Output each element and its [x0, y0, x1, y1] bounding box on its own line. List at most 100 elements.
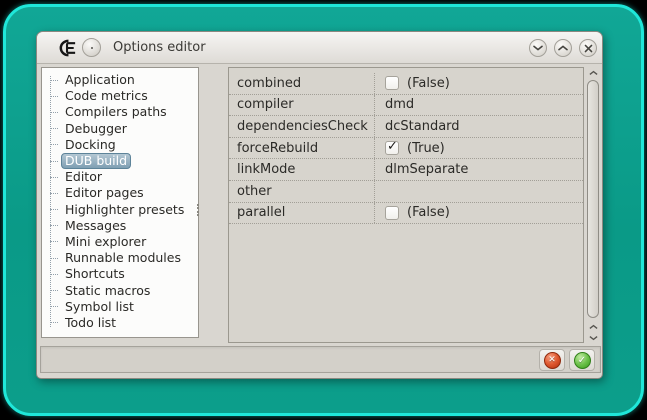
- screenshot-stage: Options editor Application Code metrics Co…: [0, 0, 647, 420]
- property-value[interactable]: (False): [375, 203, 583, 224]
- property-value[interactable]: (False): [375, 73, 583, 94]
- scroll-up-button[interactable]: [584, 68, 602, 78]
- tree-branch-line: [50, 111, 58, 113]
- sidebar-item-label: Editor pages: [65, 185, 144, 201]
- sidebar-item-compilers-paths[interactable]: Compilers paths: [42, 104, 198, 120]
- tree-branch-line: [50, 257, 58, 259]
- property-grid-rows: combined (False) compiler dmd dependenciesCh…: [229, 68, 583, 225]
- sidebar-item-label: Shortcuts: [65, 266, 125, 282]
- sidebar-item-shortcuts[interactable]: Shortcuts: [42, 266, 198, 282]
- sidebar-item-label: Messages: [65, 217, 127, 233]
- check-icon: ✓: [387, 139, 398, 155]
- checkbox-unchecked[interactable]: [385, 76, 399, 91]
- property-row-compiler[interactable]: compiler dmd: [229, 94, 583, 117]
- close-icon: [584, 44, 592, 52]
- sidebar-item-static-macros[interactable]: Static macros: [42, 282, 198, 298]
- roll-up-button[interactable]: [554, 39, 572, 57]
- property-value[interactable]: ✓ (True): [375, 138, 583, 159]
- sidebar-item-label: Todo list: [65, 314, 117, 330]
- sidebar-item-label: Mini explorer: [65, 233, 147, 249]
- property-name: dependenciesCheck: [229, 116, 375, 137]
- cancel-button[interactable]: ✕: [539, 349, 565, 371]
- property-value-text: dcStandard: [385, 118, 460, 134]
- sidebar-item-highlighter-presets[interactable]: Highlighter presets: [42, 202, 198, 218]
- sidebar-item-code-metrics[interactable]: Code metrics: [42, 88, 198, 104]
- sidebar-item-dub-build[interactable]: DUB build: [42, 153, 198, 170]
- window-menu-icon[interactable]: [82, 38, 101, 57]
- sidebar-item-editor-pages[interactable]: Editor pages: [42, 185, 198, 201]
- checkbox-unchecked[interactable]: [385, 205, 399, 220]
- sidebar-item-label: Symbol list: [65, 298, 134, 314]
- property-row-forceRebuild[interactable]: forceRebuild ✓ (True): [229, 137, 583, 160]
- splitter-grip[interactable]: [197, 204, 203, 216]
- property-name: parallel: [229, 202, 375, 224]
- sidebar-item-label: Highlighter presets: [65, 201, 185, 217]
- tree-branch-line: [50, 241, 58, 243]
- coedit-logo-icon: [59, 39, 76, 57]
- chevron-down-icon: [533, 45, 543, 51]
- sidebar-item-label: Runnable modules: [65, 250, 181, 266]
- tree-branch-line: [50, 144, 58, 146]
- property-row-other[interactable]: other: [229, 180, 583, 203]
- sidebar-item-mini-explorer[interactable]: Mini explorer: [42, 234, 198, 250]
- tree-branch-line: [50, 79, 58, 81]
- property-row-linkMode[interactable]: linkMode dlmSeparate: [229, 159, 583, 181]
- property-value-text: dmd: [385, 97, 415, 113]
- tree-branch-line: [50, 225, 58, 227]
- checkbox-checked[interactable]: ✓: [385, 139, 399, 156]
- tree-branch-line: [50, 160, 58, 162]
- sidebar-item-editor[interactable]: Editor: [42, 169, 198, 185]
- scrollbar-thumb[interactable]: [587, 80, 599, 318]
- property-row-dependenciesCheck[interactable]: dependenciesCheck dcStandard: [229, 116, 583, 138]
- ok-button[interactable]: ✓: [569, 349, 595, 371]
- property-value[interactable]: dlmSeparate: [375, 159, 583, 180]
- ok-icon: ✓: [573, 351, 591, 369]
- property-value-text: dlmSeparate: [385, 162, 469, 178]
- scroll-down-button[interactable]: [584, 333, 602, 343]
- tree-branch-line: [50, 306, 58, 308]
- chevron-up-icon: [558, 45, 568, 51]
- sidebar-item-symbol-list[interactable]: Symbol list: [42, 299, 198, 315]
- sidebar-item-label: Code metrics: [65, 88, 148, 104]
- property-value[interactable]: dcStandard: [375, 116, 583, 137]
- sidebar-item-todo-list[interactable]: Todo list: [42, 315, 198, 331]
- property-value-text: (False): [407, 75, 450, 91]
- sidebar-item-label: Compilers paths: [65, 104, 167, 120]
- property-name: compiler: [229, 94, 375, 116]
- sidebar-item-runnable-modules[interactable]: Runnable modules: [42, 250, 198, 266]
- property-value-text: (True): [407, 140, 445, 156]
- chevron-up-icon: [588, 70, 598, 75]
- sidebar-item-label: Editor: [65, 169, 102, 185]
- property-value[interactable]: [375, 181, 583, 202]
- roll-down-button[interactable]: [529, 39, 547, 57]
- tree-branch-line: [50, 273, 58, 275]
- titlebar[interactable]: Options editor: [37, 32, 602, 64]
- property-name: forceRebuild: [229, 137, 375, 159]
- tree-branch-line: [50, 192, 58, 194]
- tree-branch-line: [50, 290, 58, 292]
- sidebar-item-debugger[interactable]: Debugger: [42, 121, 198, 137]
- sidebar-item-label: Application: [65, 72, 135, 88]
- scroll-up-button-bottom[interactable]: [584, 322, 602, 332]
- property-name: linkMode: [229, 159, 375, 180]
- tree-branch-line: [50, 176, 58, 178]
- close-button[interactable]: [579, 39, 597, 57]
- sidebar-item-label: DUB build: [61, 153, 132, 170]
- cancel-icon: ✕: [543, 351, 561, 369]
- sidebar-item-label: Debugger: [65, 120, 127, 136]
- sidebar-item-label: Docking: [65, 136, 116, 152]
- options-editor-window: Options editor Application Code metrics Co…: [36, 31, 603, 379]
- property-row-parallel[interactable]: parallel (False): [229, 202, 583, 225]
- property-grid[interactable]: combined (False) compiler dmd dependenciesCh…: [228, 67, 584, 343]
- property-name: combined: [229, 73, 375, 94]
- vertical-scrollbar[interactable]: [584, 67, 602, 343]
- options-tree[interactable]: Application Code metrics Compilers paths De…: [41, 67, 199, 338]
- chevron-down-icon: [588, 336, 598, 341]
- property-row-combined[interactable]: combined (False): [229, 73, 583, 95]
- tree-branch-line: [50, 128, 58, 130]
- property-value[interactable]: dmd: [375, 95, 583, 116]
- sidebar-item-docking[interactable]: Docking: [42, 137, 198, 153]
- sidebar-item-application[interactable]: Application: [42, 72, 198, 88]
- sidebar-item-label: Static macros: [65, 282, 151, 298]
- sidebar-item-messages[interactable]: Messages: [42, 218, 198, 234]
